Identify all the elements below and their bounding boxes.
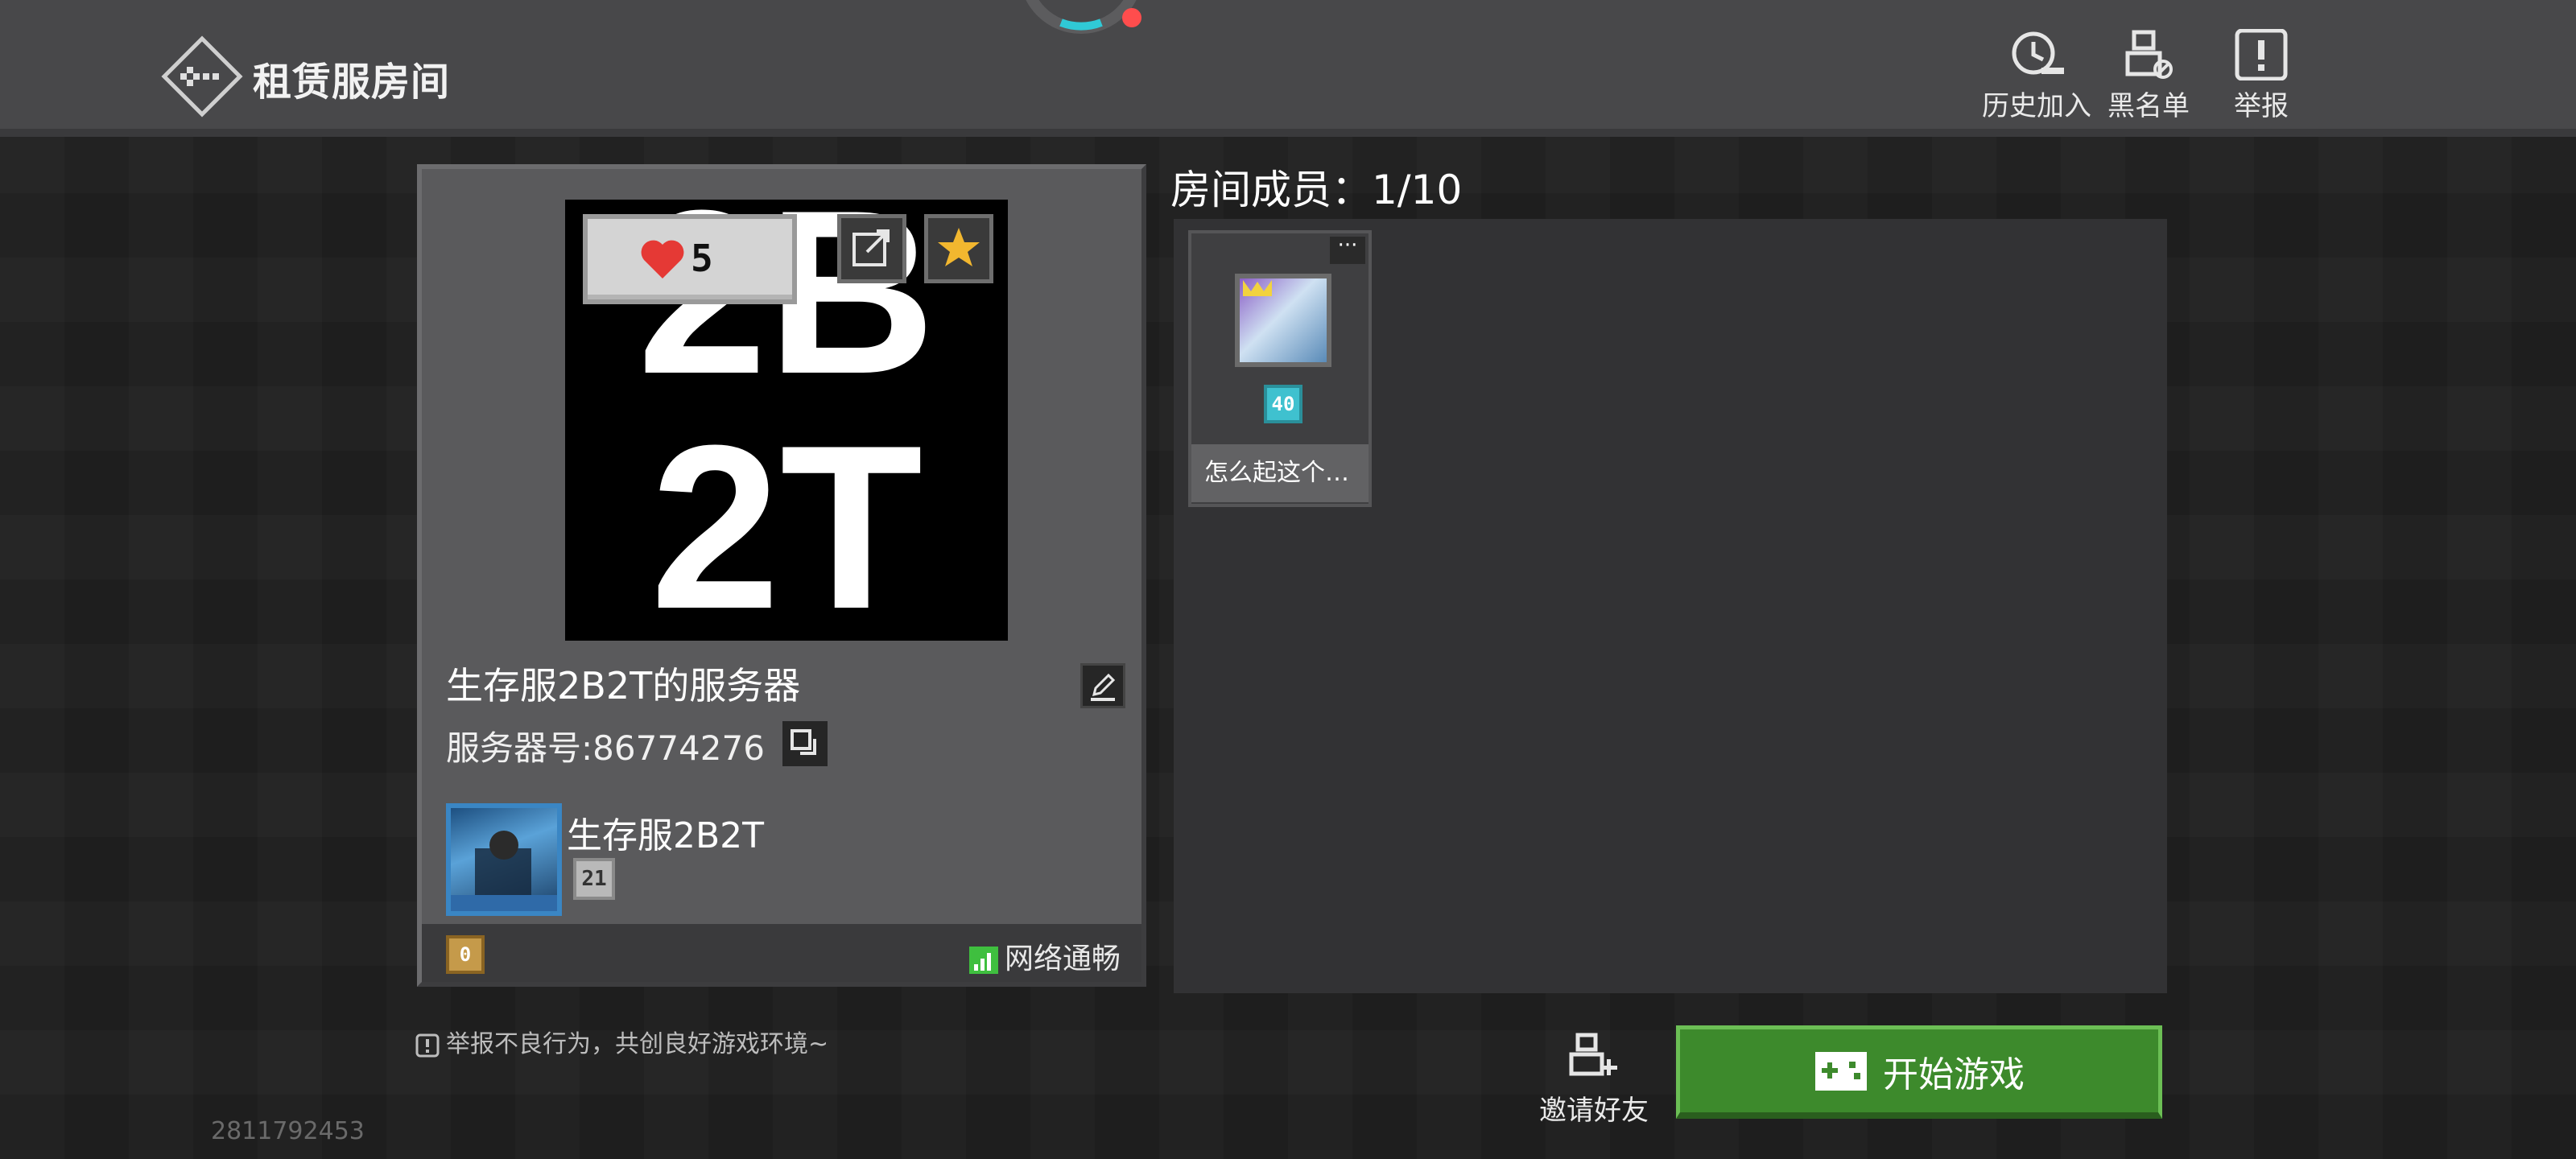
copy-icon xyxy=(791,729,816,755)
back-button[interactable] xyxy=(159,34,245,119)
favorite-button[interactable] xyxy=(924,214,993,283)
build-id: 2811792453 xyxy=(211,1117,365,1145)
start-game-button[interactable]: 开始游戏 xyxy=(1676,1025,2162,1119)
warning-icon xyxy=(415,1033,440,1057)
history-join-button[interactable]: 历史加入 xyxy=(1976,29,2097,126)
loading-indicator-icon xyxy=(1013,0,1150,40)
member-more-button[interactable]: ··· xyxy=(1330,235,1365,264)
blacklist-button[interactable]: 黑名单 xyxy=(2088,29,2209,126)
page-title: 租赁服房间 xyxy=(253,60,451,105)
report-tip-text: 举报不良行为，共创良好游戏环境~ xyxy=(446,1030,829,1058)
crown-icon xyxy=(1243,280,1272,296)
server-card: 2B 2T 5 生存服2B2T的服务器 服务器号:86774276 xyxy=(417,164,1146,987)
like-button[interactable]: 5 xyxy=(583,214,797,304)
server-rank-badge: 0 xyxy=(446,935,485,974)
network-status: 网络通畅 xyxy=(968,935,1121,977)
star-icon xyxy=(938,228,980,266)
owner-avatar[interactable] xyxy=(446,803,562,916)
owner-avatar-image-icon xyxy=(451,831,557,911)
gamepad-icon xyxy=(1815,1051,1867,1091)
blacklist-icon xyxy=(2125,30,2173,79)
members-title: 房间成员：1/10 xyxy=(1170,158,1462,216)
invite-friends-label: 邀请好友 xyxy=(1539,1095,1649,1127)
members-count: 1/10 xyxy=(1372,167,1463,213)
server-name: 生存服2B2T的服务器 xyxy=(446,664,801,707)
report-icon xyxy=(2235,29,2288,80)
server-cover-image: 2B 2T 5 xyxy=(565,175,1008,658)
server-id: 服务器号:86774276 xyxy=(446,728,765,768)
network-status-label: 网络通畅 xyxy=(1004,942,1121,975)
back-arrow-icon xyxy=(161,35,243,118)
invite-friends-button[interactable]: 邀请好友 xyxy=(1530,1032,1658,1128)
share-icon xyxy=(852,229,890,266)
report-label: 举报 xyxy=(2234,90,2289,122)
top-bar: 租赁服房间 历史加入 黑名单 举报 xyxy=(0,0,2576,137)
blacklist-label: 黑名单 xyxy=(2107,90,2190,122)
report-tip: 举报不良行为，共创良好游戏环境~ xyxy=(415,1024,828,1059)
history-join-label: 历史加入 xyxy=(1982,90,2091,122)
members-panel: ··· 40 怎么起这个… xyxy=(1174,219,2167,993)
member-tile[interactable]: ··· 40 怎么起这个… xyxy=(1188,230,1372,507)
copy-id-button[interactable] xyxy=(782,721,828,766)
owner-name: 生存服2B2T xyxy=(567,815,765,856)
share-button[interactable] xyxy=(837,214,906,283)
members-title-label: 房间成员： xyxy=(1170,167,1372,213)
start-game-label: 开始游戏 xyxy=(1883,1054,2025,1095)
member-avatar xyxy=(1235,274,1331,367)
member-name: 怎么起这个… xyxy=(1191,444,1368,502)
signal-icon xyxy=(968,947,998,974)
edit-name-button[interactable] xyxy=(1080,663,1125,708)
cover-text-line2: 2T xyxy=(650,397,923,658)
heart-icon xyxy=(641,240,684,278)
server-card-footer: 0 网络通畅 xyxy=(422,924,1141,982)
edit-icon xyxy=(1091,673,1116,701)
member-level-badge: 40 xyxy=(1264,385,1302,423)
like-count: 5 xyxy=(691,237,713,280)
report-button[interactable]: 举报 xyxy=(2201,29,2322,126)
history-icon xyxy=(2012,31,2064,75)
add-user-icon xyxy=(1569,1033,1617,1076)
owner-level-badge: 21 xyxy=(573,858,615,900)
